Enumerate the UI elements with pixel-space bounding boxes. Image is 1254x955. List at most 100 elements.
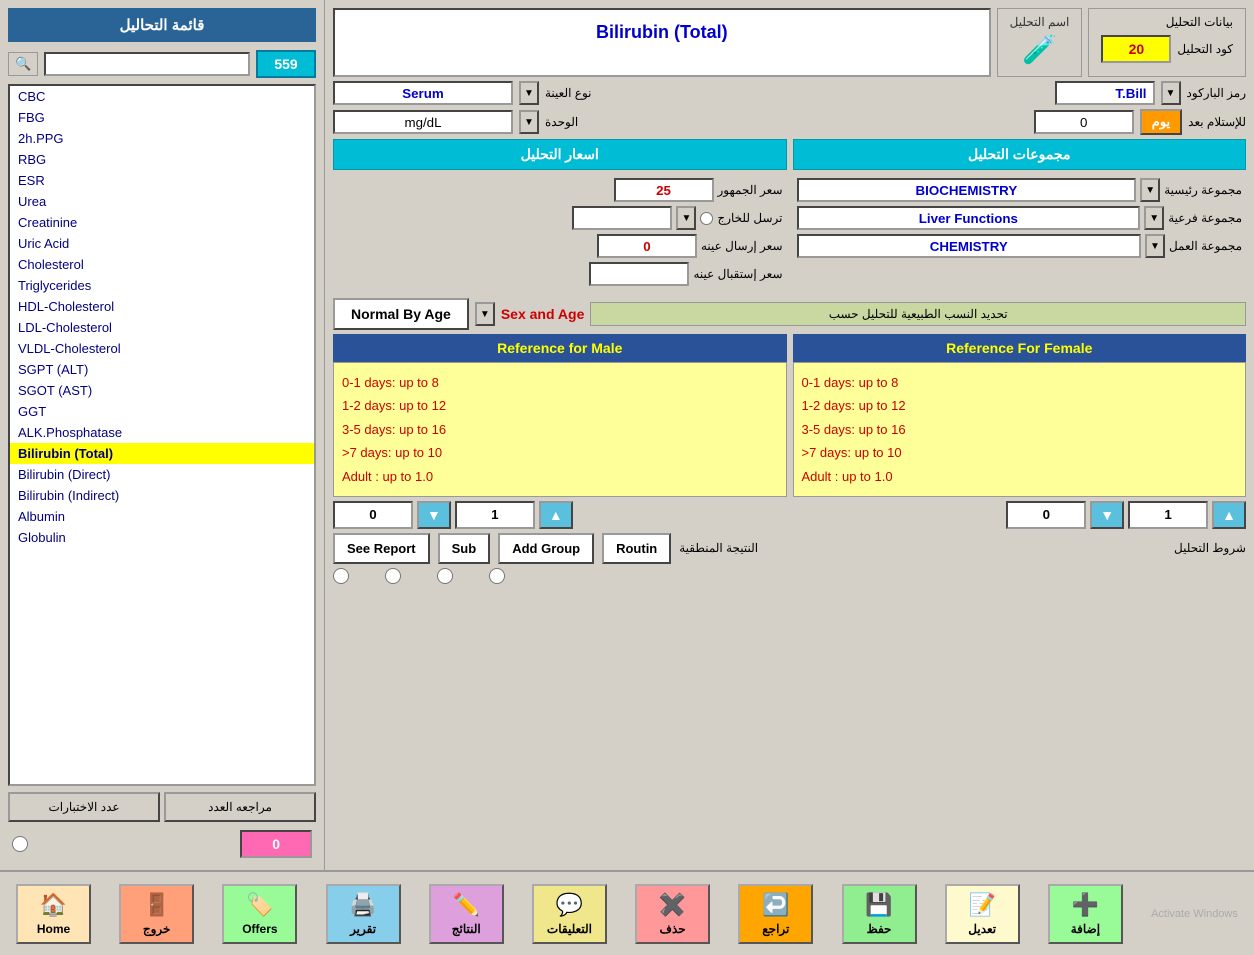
home-button[interactable]: 🏠 Home (16, 884, 91, 944)
count-radio[interactable] (12, 836, 28, 852)
sub-radio[interactable] (385, 568, 401, 584)
prices-section: سعر الجمهور ترسل للخارج ▼ سعر إرسال عينه… (333, 174, 787, 294)
stepper2-up-btn[interactable]: ▲ (1212, 501, 1246, 529)
list-item[interactable]: SGOT (AST) (10, 380, 314, 401)
prices-header-text: اسعار التحليل (333, 139, 787, 170)
add-group-radio[interactable] (437, 568, 453, 584)
panel-header: قائمة التحاليل (8, 8, 316, 42)
female-ref-line: 1-2 days: up to 12 (802, 394, 1238, 417)
public-price-input[interactable] (614, 178, 714, 202)
add-group-button[interactable]: Add Group (498, 533, 594, 564)
list-item[interactable]: Bilirubin (Direct) (10, 464, 314, 485)
count-tests-btn[interactable]: عدد الاختبارات (8, 792, 160, 822)
stepper1-min-input[interactable] (333, 501, 413, 529)
receive-price-input[interactable] (589, 262, 689, 286)
send-abroad-radio[interactable] (700, 212, 713, 225)
list-item[interactable]: HDL-Cholesterol (10, 296, 314, 317)
list-item[interactable]: FBG (10, 107, 314, 128)
normal-age-row: Normal By Age ▼ Sex and Age تحديد النسب … (333, 298, 1246, 330)
work-group-input[interactable] (797, 234, 1141, 258)
sub-group-input[interactable] (797, 206, 1141, 230)
list-item[interactable]: Urea (10, 191, 314, 212)
list-item[interactable]: Creatinine (10, 212, 314, 233)
send-price-input[interactable] (597, 234, 697, 258)
sub-group-arrow[interactable]: ▼ (1144, 206, 1164, 230)
list-item[interactable]: CBC (10, 86, 314, 107)
results-icon: ✏️ (453, 892, 480, 918)
data-label: بيانات التحليل (1101, 15, 1233, 29)
stepper1-down-btn[interactable]: ▼ (417, 501, 451, 529)
barcode-sample-row: رمز الباركود ▼ نوع العينة ▼ (333, 81, 1246, 105)
headers-row: اسعار التحليل مجموعات التحليل (333, 139, 1246, 170)
sample-dropdown-arrow[interactable]: ▼ (519, 81, 539, 105)
list-item[interactable]: Bilirubin (Total) (10, 443, 314, 464)
normal-by-age-button[interactable]: Normal By Age (333, 298, 469, 330)
review-button[interactable]: ↩️ تراجع (738, 884, 813, 944)
delivery-input[interactable] (1034, 110, 1134, 134)
list-item[interactable]: Bilirubin (Indirect) (10, 485, 314, 506)
comments-button[interactable]: 💬 التعليقات (532, 884, 607, 944)
stepper2-min-input[interactable] (1006, 501, 1086, 529)
list-item[interactable]: RBG (10, 149, 314, 170)
routin-button[interactable]: Routin (602, 533, 671, 564)
send-abroad-arrow[interactable]: ▼ (676, 206, 696, 230)
code-input[interactable] (1101, 35, 1171, 63)
exit-label: خروج (143, 922, 171, 936)
report-button[interactable]: 🖨️ تقرير (326, 884, 401, 944)
stepper1-max-input[interactable] (455, 501, 535, 529)
search-input[interactable] (44, 52, 250, 76)
list-item[interactable]: Uric Acid (10, 233, 314, 254)
unit-input[interactable] (333, 110, 513, 134)
list-item[interactable]: LDL-Cholesterol (10, 317, 314, 338)
list-item[interactable]: Triglycerides (10, 275, 314, 296)
male-ref-body: 0-1 days: up to 81-2 days: up to 123-5 d… (333, 362, 787, 497)
list-item[interactable]: ESR (10, 170, 314, 191)
list-item[interactable]: Globulin (10, 527, 314, 548)
stepper1-up-btn[interactable]: ▲ (539, 501, 573, 529)
barcode-dropdown-arrow[interactable]: ▼ (1161, 81, 1181, 105)
list-item[interactable]: VLDL-Cholesterol (10, 338, 314, 359)
main-group-input[interactable] (797, 178, 1137, 202)
sample-type-label: نوع العينة (545, 86, 592, 100)
sub-group-row: مجموعة فرعية ▼ (797, 206, 1243, 230)
results-button[interactable]: ✏️ النتائج (429, 884, 504, 944)
list-item[interactable]: ALK.Phosphatase (10, 422, 314, 443)
male-ref-table: Reference for Male 0-1 days: up to 81-2 … (333, 334, 787, 497)
main-group-arrow[interactable]: ▼ (1140, 178, 1160, 202)
sample-type-input[interactable] (333, 81, 513, 105)
review-count-btn[interactable]: مراجعه العدد (164, 792, 316, 822)
save-button[interactable]: 💾 حفظ (842, 884, 917, 944)
routin-radio[interactable] (489, 568, 505, 584)
offers-label: Offers (242, 922, 277, 936)
send-abroad-input[interactable] (572, 206, 672, 230)
list-item[interactable]: SGPT (ALT) (10, 359, 314, 380)
comments-icon: 💬 (556, 892, 583, 918)
logic-result-label: النتيجة المنطقية (679, 541, 758, 555)
stepper2-down-btn[interactable]: ▼ (1090, 501, 1124, 529)
search-icon[interactable]: 🔍 (8, 52, 38, 76)
work-group-arrow[interactable]: ▼ (1145, 234, 1165, 258)
edit-button[interactable]: 📝 تعديل (945, 884, 1020, 944)
delete-button[interactable]: ✖️ حذف (635, 884, 710, 944)
barcode-input[interactable] (1055, 81, 1155, 105)
exit-button[interactable]: 🚪 خروج (119, 884, 194, 944)
add-button[interactable]: ➕ إضافة (1048, 884, 1123, 944)
analysis-cond-label: شروط التحليل (1174, 541, 1246, 555)
list-item[interactable]: Albumin (10, 506, 314, 527)
data-box: بيانات التحليل كود التحليل (1088, 8, 1246, 77)
stepper2-max-input[interactable] (1128, 501, 1208, 529)
offers-button[interactable]: 🏷️ Offers (222, 884, 297, 944)
unit-dropdown-arrow[interactable]: ▼ (519, 110, 539, 134)
list-item[interactable]: Cholesterol (10, 254, 314, 275)
days-button[interactable]: يوم (1140, 109, 1182, 135)
add-icon: ➕ (1072, 892, 1099, 918)
bottom-toolbar: 🏠 Home 🚪 خروج 🏷️ Offers 🖨️ تقرير ✏️ النت… (0, 870, 1254, 955)
analysis-title: Bilirubin (Total) (333, 8, 991, 77)
list-item[interactable]: 2h.PPG (10, 128, 314, 149)
sex-age-dropdown-arrow[interactable]: ▼ (475, 302, 495, 326)
female-ref-table: Reference For Female 0-1 days: up to 81-… (793, 334, 1247, 497)
list-item[interactable]: GGT (10, 401, 314, 422)
see-report-radio[interactable] (333, 568, 349, 584)
sub-button[interactable]: Sub (438, 533, 491, 564)
see-report-button[interactable]: See Report (333, 533, 430, 564)
